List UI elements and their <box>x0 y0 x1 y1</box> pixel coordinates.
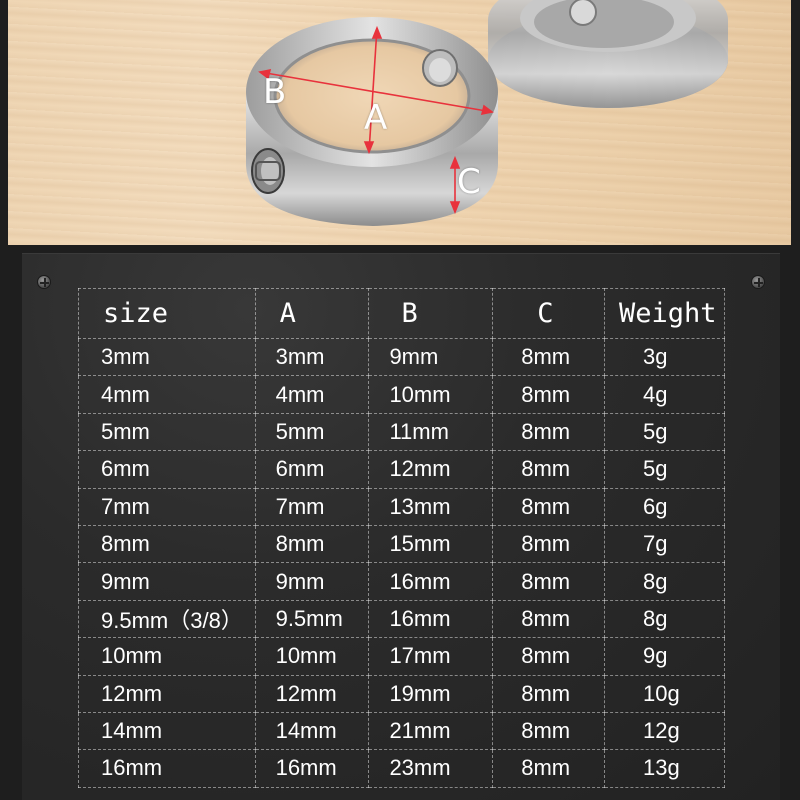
cell-size: 6mm <box>78 450 256 489</box>
screw-icon <box>37 275 51 289</box>
cell-weight: 12g <box>604 711 725 751</box>
cell-b: 16mm <box>368 599 494 639</box>
header-a: A <box>254 288 370 339</box>
cell-b: 10mm <box>368 375 494 414</box>
cell-c: 8mm <box>492 450 606 489</box>
cell-a: 9mm <box>254 562 370 601</box>
cell-size: 14mm <box>78 711 256 751</box>
cell-b: 13mm <box>368 487 494 526</box>
cell-size: 10mm <box>78 637 256 676</box>
cell-b: 23mm <box>368 749 494 788</box>
table-row: 4mm 4mm 10mm 8mm 4g <box>78 375 725 414</box>
cell-size: 5mm <box>78 412 256 452</box>
header-b: B <box>368 288 494 339</box>
cell-size: 9.5mm（3/8） <box>78 599 256 639</box>
cell-weight: 3g <box>604 337 725 377</box>
cell-a: 9.5mm <box>254 599 370 639</box>
cell-c: 8mm <box>492 599 606 639</box>
cell-c: 8mm <box>492 711 606 751</box>
cell-b: 15mm <box>368 524 494 564</box>
table-row: 9mm 9mm 16mm 8mm 8g <box>78 562 725 601</box>
cell-c: 8mm <box>492 749 606 788</box>
cell-b: 11mm <box>368 412 494 452</box>
table-row: 9.5mm（3/8） 9.5mm 16mm 8mm 8g <box>78 599 725 639</box>
cell-b: 12mm <box>368 450 494 489</box>
table-row: 6mm 6mm 12mm 8mm 5g <box>78 450 725 489</box>
cell-b: 17mm <box>368 637 494 676</box>
dimension-label-a: A <box>364 98 388 138</box>
cell-c: 8mm <box>492 375 606 414</box>
cell-weight: 5g <box>604 450 725 489</box>
cell-b: 21mm <box>368 711 494 751</box>
cell-c: 8mm <box>492 637 606 676</box>
cell-c: 8mm <box>492 674 606 713</box>
cell-weight: 8g <box>604 562 725 601</box>
cell-b: 19mm <box>368 674 494 713</box>
header-c: C <box>492 288 606 339</box>
table-row: 12mm 12mm 19mm 8mm 10g <box>78 674 725 713</box>
dimension-label-c: C <box>457 162 481 202</box>
cell-c: 8mm <box>492 487 606 526</box>
table-row: 14mm 14mm 21mm 8mm 12g <box>78 711 725 751</box>
cell-c: 8mm <box>492 562 606 601</box>
cell-size: 3mm <box>78 337 256 377</box>
cell-a: 16mm <box>254 749 370 788</box>
product-photo: B A C <box>8 0 791 245</box>
collar-right <box>488 0 728 108</box>
cell-a: 14mm <box>254 711 370 751</box>
screw-icon <box>751 275 765 289</box>
table-row: 7mm 7mm 13mm 8mm 6g <box>78 487 725 526</box>
table-row: 8mm 8mm 15mm 8mm 7g <box>78 524 725 564</box>
table-row: 5mm 5mm 11mm 8mm 5g <box>78 412 725 452</box>
cell-size: 16mm <box>78 749 256 788</box>
cell-a: 4mm <box>254 375 370 414</box>
cell-weight: 9g <box>604 637 725 676</box>
table-row: 3mm 3mm 9mm 8mm 3g <box>78 337 725 377</box>
header-size: size <box>78 288 256 339</box>
cell-weight: 8g <box>604 599 725 639</box>
cell-a: 3mm <box>254 337 370 377</box>
cell-c: 8mm <box>492 412 606 452</box>
cell-size: 4mm <box>78 375 256 414</box>
header-weight: Weight <box>604 288 725 339</box>
cell-weight: 6g <box>604 487 725 526</box>
cell-weight: 4g <box>604 375 725 414</box>
cell-weight: 7g <box>604 524 725 564</box>
cell-a: 12mm <box>254 674 370 713</box>
cell-a: 7mm <box>254 487 370 526</box>
cell-size: 8mm <box>78 524 256 564</box>
cell-a: 5mm <box>254 412 370 452</box>
cell-size: 9mm <box>78 562 256 601</box>
cell-weight: 5g <box>604 412 725 452</box>
cell-a: 8mm <box>254 524 370 564</box>
cell-b: 16mm <box>368 562 494 601</box>
table-row: 10mm 10mm 17mm 8mm 9g <box>78 637 725 676</box>
cell-c: 8mm <box>492 337 606 377</box>
cell-b: 9mm <box>368 337 494 377</box>
cell-c: 8mm <box>492 524 606 564</box>
cell-weight: 13g <box>604 749 725 788</box>
table-header-row: size A B C Weight <box>78 288 725 339</box>
cell-weight: 10g <box>604 674 725 713</box>
cell-a: 6mm <box>254 450 370 489</box>
cell-a: 10mm <box>254 637 370 676</box>
size-spec-table: size A B C Weight 3mm 3mm 9mm 8mm 3g 4mm… <box>78 288 725 788</box>
cell-size: 7mm <box>78 487 256 526</box>
collar-illustration <box>246 0 728 226</box>
dimension-label-b: B <box>263 72 287 112</box>
table-row: 16mm 16mm 23mm 8mm 13g <box>78 749 725 788</box>
cell-size: 12mm <box>78 674 256 713</box>
